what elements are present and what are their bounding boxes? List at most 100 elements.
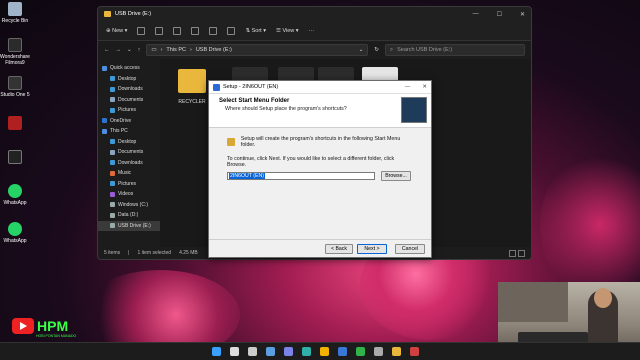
desktop-icon-label: Wondershare Filmora9 xyxy=(0,54,30,66)
details-view-icon[interactable] xyxy=(509,249,516,257)
sort-button[interactable]: ⇅ Sort ▾ xyxy=(245,28,266,34)
windows-start-icon[interactable] xyxy=(212,347,221,356)
folder-icon xyxy=(104,11,111,17)
nav-item[interactable]: Data (D:) xyxy=(98,210,160,221)
address-dropdown-icon[interactable]: ⌄ xyxy=(359,47,364,53)
edge-icon[interactable] xyxy=(302,347,311,356)
explorer-titlebar[interactable]: USB Drive (E:) — ☐ ✕ xyxy=(98,7,531,21)
share-icon[interactable] xyxy=(209,26,218,35)
desktop-icon-app[interactable] xyxy=(0,116,30,132)
new-button[interactable]: ⊕ New ▾ xyxy=(106,28,127,34)
nav-item[interactable]: Documents xyxy=(98,95,160,106)
app-icon[interactable] xyxy=(410,347,419,356)
nav-item[interactable]: This PC xyxy=(98,126,160,137)
start-menu-folder-input[interactable]: 2IN6OUT (EN) xyxy=(227,172,375,180)
desktop-icon-studio-one[interactable]: Studio One 5 xyxy=(0,76,30,98)
file-explorer-icon[interactable] xyxy=(392,347,401,356)
studio-one-icon xyxy=(8,76,22,90)
xbox-icon[interactable] xyxy=(356,347,365,356)
nav-item-label: Desktop xyxy=(118,75,137,82)
logo-text: HPM xyxy=(37,318,69,334)
nav-item-label: USB Drive (E:) xyxy=(118,222,151,229)
breadcrumb-this-pc[interactable]: This PC xyxy=(166,47,186,53)
nav-item[interactable]: USB Drive (E:) xyxy=(98,220,160,231)
up-arrow-icon[interactable]: ↑ xyxy=(138,47,141,53)
nav-item[interactable]: Windows (C:) xyxy=(98,200,160,211)
nav-item[interactable]: Documents xyxy=(98,147,160,158)
settings-icon[interactable] xyxy=(374,347,383,356)
nav-item[interactable]: Desktop xyxy=(98,137,160,148)
nav-item[interactable]: Pictures xyxy=(98,105,160,116)
nav-item-icon xyxy=(110,170,115,176)
breadcrumb-usb-drive[interactable]: USB Drive (E:) xyxy=(196,47,232,53)
view-button[interactable]: ☰ View ▾ xyxy=(276,28,299,34)
nav-item[interactable]: OneDrive xyxy=(98,116,160,127)
cut-icon[interactable] xyxy=(137,26,146,35)
status-selected: 1 item selected xyxy=(137,250,172,256)
nav-item[interactable]: Videos xyxy=(98,189,160,200)
desktop-icon-whatsapp[interactable]: WhatsApp xyxy=(0,222,30,244)
more-options-icon[interactable]: ··· xyxy=(309,28,315,34)
task-view-icon[interactable] xyxy=(248,347,257,356)
channel-logo: HPM xyxy=(12,318,68,334)
nav-item[interactable]: Downloads xyxy=(98,84,160,95)
view-toggle xyxy=(509,249,525,257)
youtube-icon xyxy=(12,318,34,334)
store-icon[interactable] xyxy=(338,347,347,356)
nav-item-icon xyxy=(110,97,115,103)
nav-item-icon xyxy=(110,86,115,92)
desktop-icon-whatsapp[interactable]: WhatsApp xyxy=(0,184,30,206)
nav-item-label: Pictures xyxy=(118,107,137,114)
folder-item[interactable]: RECYCLER xyxy=(174,69,210,105)
nav-item[interactable]: Pictures xyxy=(98,179,160,190)
app-icon xyxy=(8,116,22,130)
desktop-icon-recycle-bin[interactable]: Recycle Bin xyxy=(0,2,30,24)
rename-icon[interactable] xyxy=(191,26,200,35)
webcam-background xyxy=(498,282,568,322)
desktop-icon-app[interactable] xyxy=(0,150,30,166)
nav-item[interactable]: Quick access xyxy=(98,63,160,74)
back-button[interactable]: < Back xyxy=(325,243,353,254)
breadcrumb-separator: › xyxy=(189,47,192,53)
dialog-body: Setup will create the program's shortcut… xyxy=(209,128,431,181)
breadcrumb-separator: › xyxy=(160,47,163,53)
nav-item[interactable]: Desktop xyxy=(98,74,160,85)
nav-item-icon xyxy=(110,107,115,113)
minimize-icon[interactable]: — xyxy=(405,84,411,90)
desktop-icon-label: WhatsApp xyxy=(3,238,27,244)
next-button[interactable]: Next > xyxy=(357,243,387,254)
refresh-icon[interactable]: ↻ xyxy=(374,47,379,53)
back-arrow-icon[interactable]: ← xyxy=(104,47,110,53)
delete-icon[interactable] xyxy=(227,26,236,35)
close-icon[interactable]: ✕ xyxy=(520,11,525,18)
widgets-icon[interactable] xyxy=(266,347,275,356)
cancel-button[interactable]: Cancel xyxy=(395,243,425,254)
nav-item-icon xyxy=(110,160,115,166)
search-icon: ⌕ xyxy=(390,46,394,53)
close-icon[interactable]: ✕ xyxy=(422,84,427,90)
paste-icon[interactable] xyxy=(173,26,182,35)
search-input[interactable]: ⌕ Search USB Drive (E:) xyxy=(385,44,525,56)
tiles-view-icon[interactable] xyxy=(518,249,525,257)
nav-item[interactable]: Music xyxy=(98,168,160,179)
chat-icon[interactable] xyxy=(284,347,293,356)
address-bar[interactable]: ▭ › This PC › USB Drive (E:) ⌄ xyxy=(146,44,369,56)
search-icon[interactable] xyxy=(230,347,239,356)
minimize-icon[interactable]: — xyxy=(473,11,479,18)
copy-icon[interactable] xyxy=(155,26,164,35)
dialog-titlebar[interactable]: Setup - 2IN6OUT (EN) — ✕ xyxy=(209,81,431,94)
status-separator: | xyxy=(128,250,130,256)
nav-item-label: Windows (C:) xyxy=(118,201,149,208)
desktop-icon-filmora[interactable]: Wondershare Filmora9 xyxy=(0,38,30,66)
browse-button[interactable]: Browse... xyxy=(381,171,411,181)
maximize-icon[interactable]: ☐ xyxy=(497,11,502,18)
new-label: New xyxy=(112,27,124,34)
view-label: View xyxy=(282,27,295,34)
forward-arrow-icon[interactable]: → xyxy=(116,47,122,53)
recent-chevron-icon[interactable]: ⌄ xyxy=(127,47,132,53)
info-text: Setup will create the program's shortcut… xyxy=(240,136,401,148)
nav-item-label: Desktop xyxy=(118,138,137,145)
nav-item[interactable]: Downloads xyxy=(98,158,160,169)
nav-item-label: Music xyxy=(118,170,132,177)
chrome-icon[interactable] xyxy=(320,347,329,356)
